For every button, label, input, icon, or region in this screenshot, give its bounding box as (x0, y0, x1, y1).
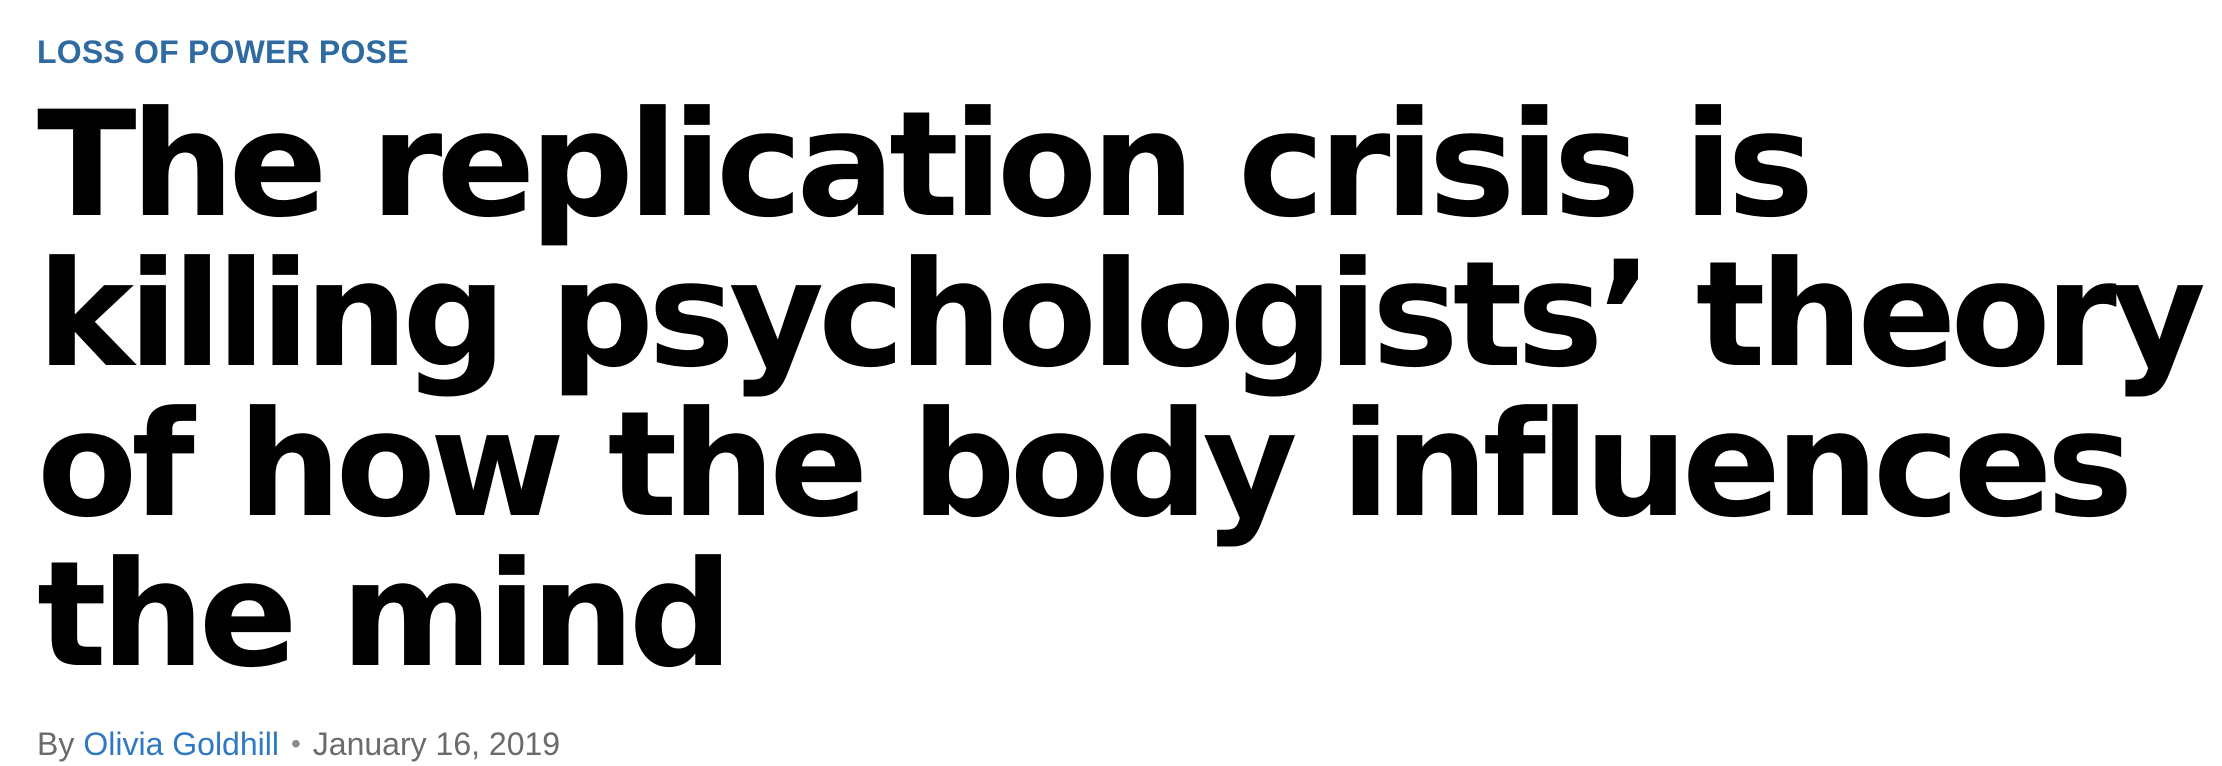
section-kicker-link[interactable]: LOSS OF POWER POSE (37, 30, 409, 74)
byline: By Olivia Goldhill • January 16, 2019 (37, 722, 2207, 766)
byline-separator: • (290, 728, 301, 759)
byline-prefix: By (37, 726, 75, 762)
article-header: LOSS OF POWER POSE The replication crisi… (37, 30, 2207, 766)
author-link[interactable]: Olivia Goldhill (83, 722, 279, 766)
publish-date: January 16, 2019 (312, 726, 561, 762)
article-headline: The replication crisis is killing psycho… (37, 80, 2206, 700)
